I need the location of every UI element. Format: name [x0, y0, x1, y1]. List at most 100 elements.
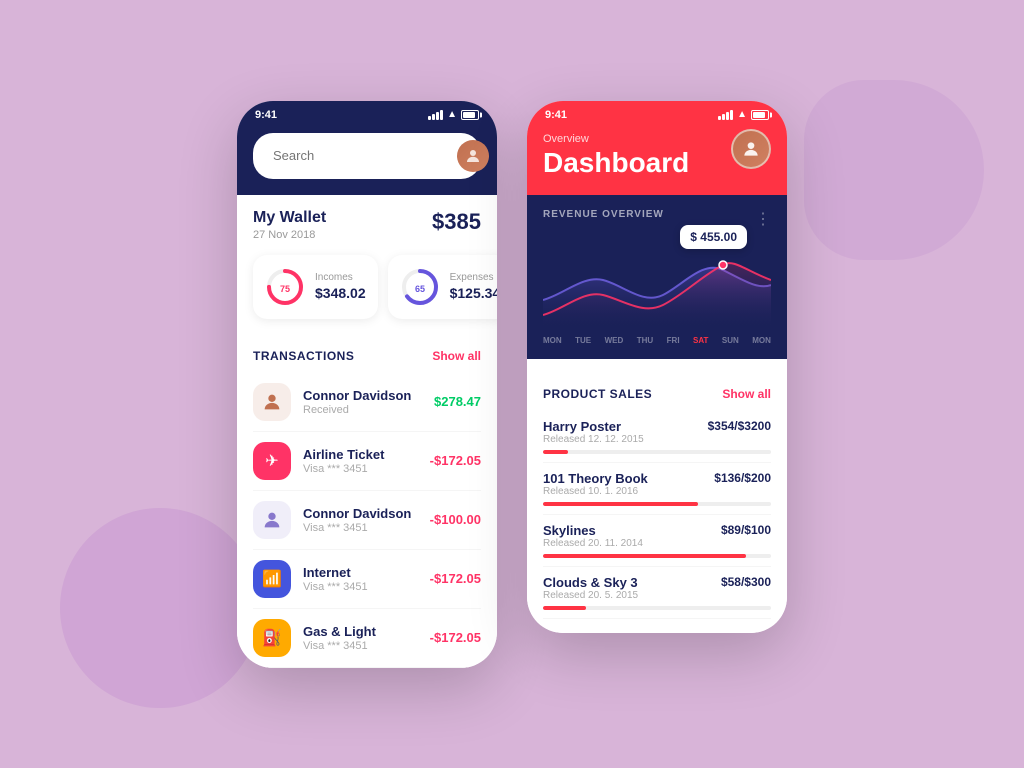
product-header-3: Clouds & Sky 3 Released 20. 5. 2015 $58/…	[543, 575, 771, 601]
transaction-item[interactable]: ✈ Airline Ticket Visa *** 3451 -$172.05	[253, 432, 481, 491]
dashboard-avatar[interactable]	[731, 129, 771, 169]
trans-amount-1: -$172.05	[430, 453, 481, 468]
product-release-1: Released 10. 1. 2016	[543, 486, 648, 497]
expenses-card[interactable]: 65 Expenses $125.34	[388, 255, 497, 319]
product-release-0: Released 12. 12. 2015	[543, 434, 644, 445]
expenses-label: Expenses	[450, 272, 497, 283]
trans-sub-0: Received	[303, 404, 422, 416]
status-bar-dashboard: 9:41 ▲	[527, 101, 787, 125]
product-release-3: Released 20. 5. 2015	[543, 590, 638, 601]
progress-fill-3	[543, 606, 586, 610]
trans-name-1: Airline Ticket	[303, 447, 418, 462]
signal-icon	[428, 110, 443, 120]
product-item[interactable]: 101 Theory Book Released 10. 1. 2016 $13…	[543, 463, 771, 515]
status-time-dashboard: 9:41	[545, 109, 567, 121]
svg-text:65: 65	[415, 284, 425, 294]
chart-title: REVENUE OVERVIEW	[543, 209, 771, 220]
trans-amount-2: -$100.00	[430, 512, 481, 527]
progress-container-0	[543, 450, 771, 454]
stats-row: 75 Incomes $348.02 65 Expenses $125.34	[237, 245, 497, 335]
chart-day-tue: TUE	[575, 336, 591, 345]
product-sales-header: PRODUCT SALES Show all	[543, 373, 771, 411]
transactions-section: TRANSACTIONS Show all Connor Davidson Re…	[237, 335, 497, 668]
product-sales-show-all[interactable]: Show all	[722, 387, 771, 401]
trans-avatar-2	[253, 501, 291, 539]
status-time-wallet: 9:41	[255, 109, 277, 121]
product-item[interactable]: Skylines Released 20. 11. 2014 $89/$100	[543, 515, 771, 567]
product-release-2: Released 20. 11. 2014	[543, 538, 643, 549]
revenue-chart	[543, 230, 771, 330]
trans-sub-3: Visa *** 3451	[303, 581, 418, 593]
product-name-2: Skylines	[543, 523, 643, 538]
transaction-item[interactable]: Connor Davidson Visa *** 3451 -$100.00	[253, 491, 481, 550]
incomes-card[interactable]: 75 Incomes $348.02	[253, 255, 378, 319]
trans-icon-4: ⛽	[253, 619, 291, 657]
trans-name-0: Connor Davidson	[303, 388, 422, 403]
expenses-value: $125.34	[450, 285, 497, 301]
product-sales-list: Harry Poster Released 12. 12. 2015 $354/…	[543, 411, 771, 619]
transactions-show-all[interactable]: Show all	[432, 349, 481, 363]
progress-fill-1	[543, 502, 698, 506]
chart-day-sun: SUN	[722, 336, 739, 345]
dashboard-header: Overview Dashboard	[527, 125, 787, 195]
chart-card: REVENUE OVERVIEW ⋮ $ 455.00	[527, 195, 787, 359]
transaction-item[interactable]: Connor Davidson Received $278.47	[253, 373, 481, 432]
wifi-icon-dash: ▲	[737, 109, 747, 120]
trans-amount-3: -$172.05	[430, 571, 481, 586]
trans-info-2: Connor Davidson Visa *** 3451	[303, 506, 418, 534]
product-value-1: $136/$200	[714, 471, 771, 485]
product-header-0: Harry Poster Released 12. 12. 2015 $354/…	[543, 419, 771, 445]
incomes-value: $348.02	[315, 285, 366, 301]
product-name-1: 101 Theory Book	[543, 471, 648, 486]
trans-sub-4: Visa *** 3451	[303, 640, 418, 652]
trans-info-3: Internet Visa *** 3451	[303, 565, 418, 593]
product-header-1: 101 Theory Book Released 10. 1. 2016 $13…	[543, 471, 771, 497]
wallet-amount: $385	[432, 209, 481, 235]
status-bar-wallet: 9:41 ▲	[237, 101, 497, 125]
transaction-item[interactable]: ⛽ Gas & Light Visa *** 3451 -$172.05	[253, 609, 481, 668]
product-item[interactable]: Harry Poster Released 12. 12. 2015 $354/…	[543, 411, 771, 463]
trans-info-1: Airline Ticket Visa *** 3451	[303, 447, 418, 475]
transactions-title: TRANSACTIONS	[253, 349, 354, 363]
status-icons-wallet: ▲	[428, 109, 479, 120]
trans-amount-0: $278.47	[434, 394, 481, 409]
chart-area	[543, 230, 771, 330]
chart-day-sat: SAT	[693, 336, 708, 345]
phone-wallet: 9:41 ▲	[237, 101, 497, 668]
product-value-0: $354/$3200	[708, 419, 771, 433]
trans-avatar-0	[253, 383, 291, 421]
transactions-header: TRANSACTIONS Show all	[253, 335, 481, 373]
trans-amount-4: -$172.05	[430, 630, 481, 645]
phone-dashboard: 9:41 ▲ Overview Dashboard	[527, 101, 787, 633]
chart-days: MON TUE WED THU FRI SAT SUN MON	[543, 330, 771, 345]
chart-day-mon2: MON	[752, 336, 771, 345]
trans-name-3: Internet	[303, 565, 418, 580]
product-name-3: Clouds & Sky 3	[543, 575, 638, 590]
search-bar[interactable]	[253, 133, 481, 179]
wallet-title: My Wallet	[253, 209, 326, 227]
top-section	[237, 125, 497, 195]
transaction-item[interactable]: 📶 Internet Visa *** 3451 -$172.05	[253, 550, 481, 609]
trans-icon-3: 📶	[253, 560, 291, 598]
incomes-donut: 75	[265, 267, 305, 307]
progress-container-2	[543, 554, 771, 558]
battery-icon-dash	[751, 110, 769, 120]
product-item[interactable]: Clouds & Sky 3 Released 20. 5. 2015 $58/…	[543, 567, 771, 619]
progress-container-1	[543, 502, 771, 506]
trans-info-4: Gas & Light Visa *** 3451	[303, 624, 418, 652]
progress-fill-0	[543, 450, 568, 454]
wifi-icon: ▲	[447, 109, 457, 120]
product-name-0: Harry Poster	[543, 419, 644, 434]
product-value-2: $89/$100	[721, 523, 771, 537]
trans-name-2: Connor Davidson	[303, 506, 418, 521]
user-avatar-wallet[interactable]	[457, 140, 489, 172]
wallet-info: My Wallet 27 Nov 2018 $385	[237, 195, 497, 245]
progress-container-3	[543, 606, 771, 610]
search-input[interactable]	[273, 148, 449, 163]
chart-day-wed: WED	[605, 336, 624, 345]
trans-icon-1: ✈	[253, 442, 291, 480]
chart-day-fri: FRI	[667, 336, 680, 345]
progress-fill-2	[543, 554, 746, 558]
chart-menu[interactable]: ⋮	[755, 209, 771, 229]
product-value-3: $58/$300	[721, 575, 771, 589]
